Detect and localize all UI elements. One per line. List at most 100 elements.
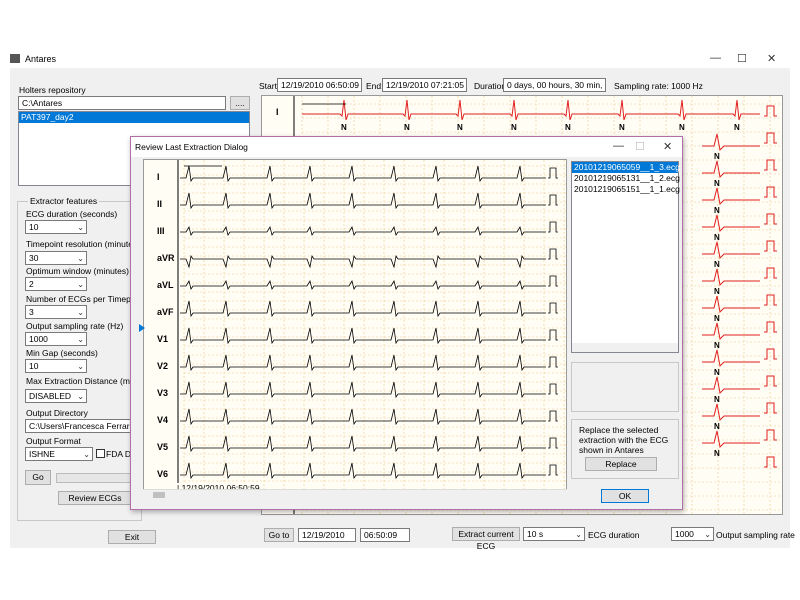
date-input[interactable]: 12/19/2010 — [298, 528, 356, 542]
file-list-item[interactable]: 20101219065131__1_2.ecg — [572, 173, 680, 184]
replace-button[interactable]: Replace — [585, 457, 657, 471]
ecg-dur-select[interactable]: 10 s ⌄ — [523, 527, 585, 541]
ecg-trace — [702, 241, 760, 260]
calibration-pulse — [548, 194, 558, 206]
file-list-hscroll[interactable] — [572, 343, 678, 352]
calibration-pulse — [764, 105, 777, 117]
repo-path-input[interactable]: C:\Antares — [18, 96, 226, 110]
dialog-close-icon[interactable]: ✕ — [663, 140, 672, 153]
beat-label: N — [714, 449, 720, 458]
fda-checkbox[interactable] — [96, 449, 105, 458]
lead-trace — [180, 225, 546, 236]
calibration-pulse — [764, 186, 777, 198]
bottom-rate-select[interactable]: 1000 ⌄ — [671, 527, 714, 541]
review-dialog[interactable]: Review Last Extraction Dialog — ☐ ✕ I II I… — [130, 136, 683, 510]
beat-label: N — [734, 123, 740, 132]
max-dist-select[interactable]: DISABLED ⌄ — [25, 389, 87, 403]
lead-label: aVF — [157, 307, 174, 317]
out-rate-select[interactable]: 1000 ⌄ — [25, 332, 87, 346]
dialog-marker-icon — [139, 324, 145, 332]
bottom-rate-label: Output sampling rate — [716, 530, 795, 540]
out-dir-label: Output Directory — [26, 408, 88, 418]
review-ecgs-button[interactable]: Review ECGs — [58, 491, 132, 505]
beat-label: N — [714, 341, 720, 350]
beat-label: N — [714, 152, 720, 161]
duration-input[interactable]: 0 days, 00 hours, 30 min, 56 se — [503, 78, 606, 92]
timepoint-select[interactable]: 30 ⌄ — [25, 251, 87, 265]
calibration-pulse — [764, 321, 777, 333]
calibration-pulse — [764, 240, 777, 252]
dialog-hscroll[interactable] — [143, 489, 567, 499]
chevron-down-icon: ⌄ — [77, 254, 84, 263]
dialog-minimize-icon[interactable]: — — [613, 140, 624, 152]
chevron-down-icon: ⌄ — [704, 530, 711, 539]
beat-label: N — [714, 179, 720, 188]
maximize-icon[interactable]: ☐ — [737, 52, 747, 65]
min-gap-select[interactable]: 10 ⌄ — [25, 359, 87, 373]
calibration-pulse — [764, 132, 777, 144]
close-icon[interactable]: ✕ — [767, 52, 776, 65]
chevron-down-icon: ⌄ — [77, 392, 84, 401]
beat-label: N — [679, 123, 685, 132]
dialog-ecg-plot[interactable]: I II III aVR aVL aVF V1 V2 V3 V4 V5 V6 | 12/19/2010… — [143, 159, 567, 497]
time-input[interactable]: 06:50:09 — [360, 528, 410, 542]
minimize-icon[interactable]: — — [710, 52, 721, 64]
out-fmt-select[interactable]: ISHNE ⌄ — [25, 447, 93, 461]
calibration-pulse — [764, 213, 777, 225]
calibration-pulse — [764, 159, 777, 171]
repo-label: Holters repository — [19, 85, 86, 95]
num-ecgs-label: Number of ECGs per Timepoint — [26, 294, 145, 304]
file-list[interactable]: 20101219065059__1_3.ecg 20101219065131__… — [571, 161, 680, 353]
dialog-maximize-icon[interactable]: ☐ — [635, 140, 645, 153]
out-dir-input[interactable]: C:\Users\Francesca Ferrari\Desk — [25, 419, 131, 433]
ecg-duration-select[interactable]: 10 ⌄ — [25, 220, 87, 234]
calibration-pulse — [764, 375, 777, 387]
ecg-trace — [702, 295, 760, 314]
num-ecgs-select[interactable]: 3 ⌄ — [25, 305, 87, 319]
lead-trace — [180, 354, 546, 372]
chevron-down-icon: ⌄ — [77, 308, 84, 317]
extractor-title: Extractor features — [28, 196, 100, 206]
calibration-pulse — [764, 267, 777, 279]
hscroll-thumb[interactable] — [153, 492, 165, 498]
beat-label: N — [714, 233, 720, 242]
lead-label: V3 — [157, 388, 169, 398]
lead-label: V1 — [157, 334, 169, 344]
ecg-trace — [702, 268, 760, 287]
goto-button[interactable]: Go to — [264, 528, 294, 542]
lead-label: V6 — [157, 469, 169, 479]
chevron-down-icon: ⌄ — [77, 335, 84, 344]
chevron-down-icon: ⌄ — [575, 530, 582, 539]
dialog-titlebar[interactable]: Review Last Extraction Dialog — ☐ ✕ — [131, 137, 682, 157]
lead-trace — [180, 462, 546, 480]
beat-label: N — [619, 123, 625, 132]
browse-button[interactable]: .... — [230, 96, 250, 110]
beat-label: N — [714, 260, 720, 269]
file-list-item[interactable]: 20101219065151__1_1.ecg — [572, 184, 680, 195]
exit-button[interactable]: Exit — [108, 530, 156, 544]
end-input[interactable]: 12/19/2010 07:21:05 — [382, 78, 467, 92]
calibration-pulse — [548, 302, 558, 314]
chevron-down-icon: ⌄ — [83, 450, 90, 459]
calibration-pulse — [548, 383, 558, 395]
lead-trace — [180, 254, 546, 269]
calibration-pulse — [548, 221, 558, 233]
ecg-trace — [702, 376, 760, 395]
go-button[interactable]: Go — [25, 470, 51, 485]
beat-label: N — [341, 123, 347, 132]
optimum-select[interactable]: 2 ⌄ — [25, 277, 87, 291]
extract-current-button[interactable]: Extract current ECG — [452, 527, 520, 551]
beat-label: N — [714, 287, 720, 296]
beat-label: N — [714, 422, 720, 431]
calibration-pulse — [548, 275, 558, 287]
calibration-pulse — [548, 437, 558, 449]
start-input[interactable]: 12/19/2010 06:50:09 — [277, 78, 362, 92]
main-lead-label: I — [276, 107, 279, 117]
file-list-item[interactable]: 20101219065059__1_3.ecg — [572, 162, 680, 173]
lead-trace — [180, 327, 546, 345]
lead-label: I — [157, 172, 160, 182]
chevron-down-icon: ⌄ — [77, 280, 84, 289]
chevron-down-icon: ⌄ — [77, 223, 84, 232]
ok-button[interactable]: OK — [601, 489, 649, 503]
repo-list-item[interactable]: PAT397_day2 — [19, 112, 249, 123]
